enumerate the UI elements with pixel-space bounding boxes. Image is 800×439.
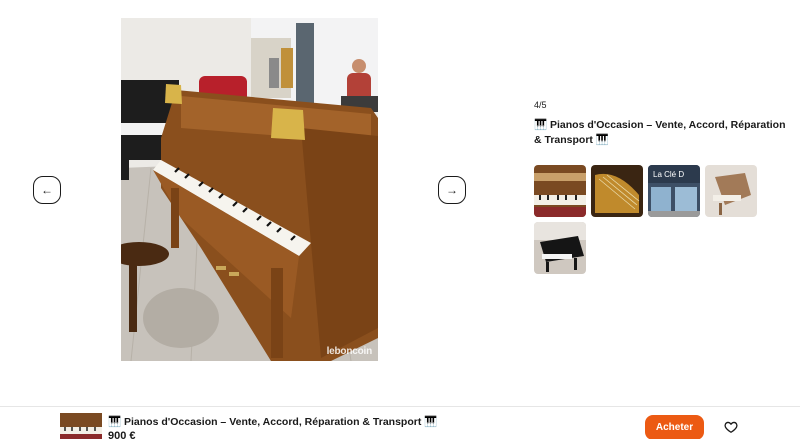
previous-photo-button[interactable]: ← [33, 176, 61, 204]
heart-icon [724, 421, 738, 433]
arrow-left-icon: ← [41, 183, 53, 197]
upright-piano-image [121, 18, 378, 361]
thumbnail-1[interactable] [534, 165, 586, 217]
thumbnail-3[interactable]: La Clé D [648, 165, 700, 217]
listing-info: 4/5 🎹 Pianos d'Occasion – Vente, Accord,… [534, 100, 794, 148]
price: 900 € [108, 430, 136, 439]
piano-keys-thumb [534, 165, 586, 217]
buy-button[interactable]: Acheter [645, 415, 704, 439]
favorite-button[interactable] [724, 420, 738, 434]
next-photo-button[interactable]: → [438, 176, 466, 204]
thumbnail-2[interactable] [591, 165, 643, 217]
storefront-thumb: La Clé D [648, 165, 700, 217]
bottom-listing-title: 🎹 Pianos d'Occasion – Vente, Accord, Rép… [108, 416, 438, 428]
thumbnail-4[interactable] [705, 165, 757, 217]
thumbnail-grid: La Clé D [534, 165, 774, 274]
main-photo[interactable]: leboncoin [121, 18, 378, 361]
bottom-thumbnail [60, 413, 102, 439]
piano-interior-thumb [591, 165, 643, 217]
watermark-text: leboncoin [326, 346, 373, 357]
photo-counter: 4/5 [534, 100, 547, 110]
grand-piano-light-thumb [705, 165, 757, 217]
sticky-purchase-bar: 🎹 Pianos d'Occasion – Vente, Accord, Rép… [0, 406, 800, 439]
listing-title: 🎹 Pianos d'Occasion – Vente, Accord, Rép… [534, 119, 786, 146]
thumbnail-5[interactable] [534, 222, 586, 274]
storefront-sign: La Clé D [653, 170, 684, 179]
grand-piano-dark-thumb [534, 222, 586, 274]
piano-keys-mini-image [60, 413, 102, 439]
arrow-right-icon: → [446, 183, 458, 197]
